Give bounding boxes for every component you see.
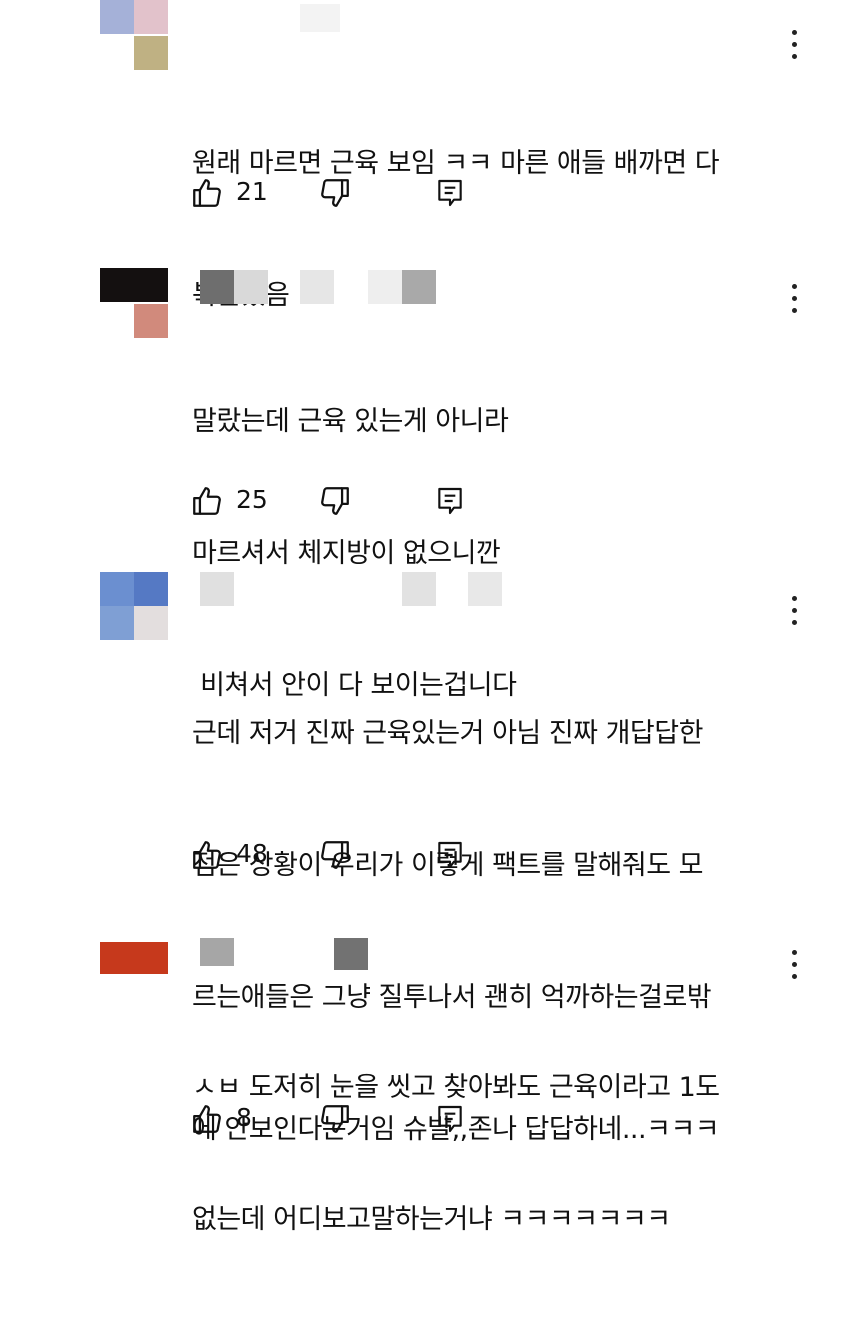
comment-3: 근데 저거 진짜 근육있는거 아님 진짜 개답답한 점은 상황이 우리가 이렇게… — [0, 572, 850, 1145]
thumbs-down-icon — [321, 487, 349, 515]
comment-text-line: 말랐는데 근육 있는게 아니라 — [192, 406, 509, 437]
thumbs-up-icon — [193, 179, 221, 207]
like-count: 25 — [236, 485, 268, 514]
like-count: 48 — [236, 839, 268, 868]
comment-actions: 8 — [190, 1098, 490, 1138]
comment-actions: 25 — [190, 480, 490, 520]
thumbs-down-icon — [321, 179, 349, 207]
username-pixelated[interactable] — [200, 938, 380, 972]
avatar-pixelated[interactable] — [100, 0, 170, 70]
avatar-pixelated[interactable] — [100, 942, 170, 976]
thumbs-down-icon — [321, 1105, 349, 1133]
comment-2: 말랐는데 근육 있는게 아니라 마르셔서 체지방이 없으니깐 비쳐서 안이 다 … — [0, 268, 850, 701]
comment-text-line: 근데 저거 진짜 근육있는거 아님 진짜 개답답한 — [192, 718, 703, 749]
comment-actions: 48 — [190, 834, 490, 874]
comment-text-line: 마르셔서 체지방이 없으니깐 — [192, 538, 501, 569]
like-count: 8 — [236, 1103, 252, 1132]
reply-button[interactable] — [434, 172, 474, 212]
thumbs-up-icon — [193, 841, 221, 869]
thumbs-up-icon — [193, 1105, 221, 1133]
comment-4: ㅅㅂ 도저히 눈을 씻고 찾아봐도 근육이라고 1도 없는데 어디보고말하는거냐… — [0, 938, 850, 1235]
reply-icon — [438, 1105, 462, 1133]
reply-button[interactable] — [434, 834, 474, 874]
username-pixelated[interactable] — [300, 4, 340, 32]
reply-button[interactable] — [434, 480, 474, 520]
dislike-button[interactable] — [318, 172, 358, 212]
username-pixelated[interactable] — [200, 572, 510, 606]
dislike-button[interactable] — [318, 480, 358, 520]
reply-icon — [438, 841, 462, 869]
like-button[interactable]: 48 — [190, 834, 280, 874]
like-button[interactable]: 25 — [190, 480, 280, 520]
dislike-button[interactable] — [318, 834, 358, 874]
avatar-pixelated[interactable] — [100, 572, 170, 642]
thumbs-up-icon — [193, 487, 221, 515]
comment-1: 원래 마르면 근육 보임 ㅋㅋ 마른 애들 배까면 다 복근있음 21 — [0, 0, 850, 311]
avatar-pixelated[interactable] — [100, 268, 170, 338]
username-pixelated[interactable] — [200, 270, 440, 304]
like-button[interactable]: 21 — [190, 172, 280, 212]
dislike-button[interactable] — [318, 1098, 358, 1138]
reply-icon — [438, 487, 462, 515]
reply-button[interactable] — [434, 1098, 474, 1138]
thumbs-down-icon — [321, 841, 349, 869]
reply-icon — [438, 179, 462, 207]
like-button[interactable]: 8 — [190, 1098, 280, 1138]
comment-actions: 21 — [190, 172, 490, 212]
like-count: 21 — [236, 177, 268, 206]
comment-text-line: 없는데 어디보고말하는거냐 ㅋㅋㅋㅋㅋㅋㅋ — [192, 1204, 671, 1235]
comment-text: ㅅㅂ 도저히 눈을 씻고 찾아봐도 근육이라고 1도 없는데 어디보고말하는거냐… — [192, 978, 792, 1330]
